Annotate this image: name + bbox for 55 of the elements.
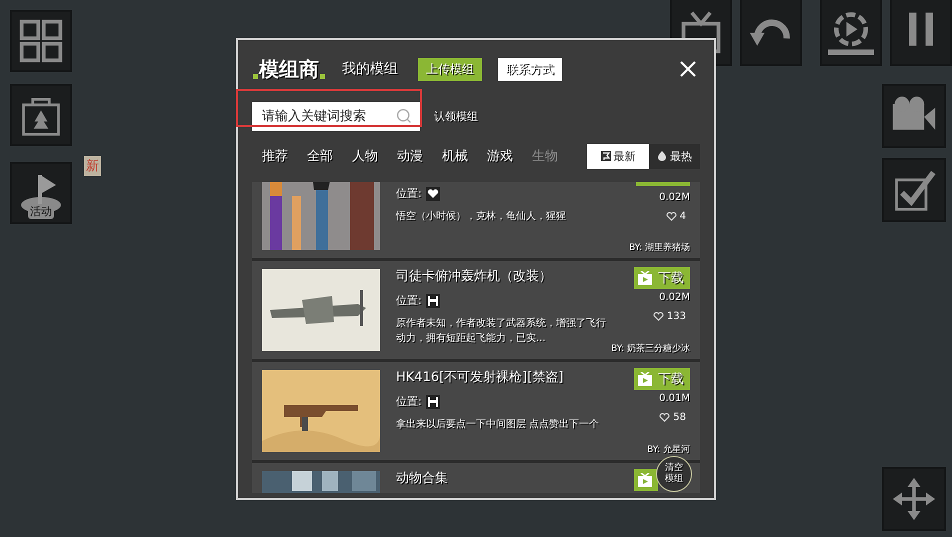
event-button[interactable]: 活动 [10,162,72,224]
move-icon [891,476,937,522]
heart-icon [666,211,677,222]
heart-icon [659,412,670,423]
shop-button[interactable] [10,84,72,146]
file-size: 0.02M [659,292,690,303]
pause-button[interactable] [890,0,952,66]
move-button[interactable] [882,467,946,531]
author-name: BY: 允星河 [647,444,690,456]
mod-title: 司徒卡俯冲轰炸机（改装） [396,268,553,285]
like-count: 4 [680,211,686,222]
like-count: 133 [666,311,686,322]
close-icon[interactable] [678,59,698,79]
category-tab[interactable]: 游戏 [475,147,521,165]
mod-title: HK416[不可发射裸枪][禁盗] [396,369,564,386]
tv-icon [638,372,652,386]
grid-button[interactable] [10,10,72,72]
author-name: BY: 奶茶三分糖少冰 [611,342,690,355]
file-size: 0.02M [659,192,690,203]
category-tab[interactable]: 全部 [295,147,341,165]
search-icon [396,108,412,124]
undo-button[interactable] [740,0,802,66]
heart-icon [426,186,440,200]
shop-logo: 模组商 [252,56,326,82]
confirm-button[interactable] [882,158,946,222]
tv-icon [638,271,652,285]
nav-tab[interactable]: 联系方式 [498,58,562,80]
heart-icon [652,311,664,322]
location-label: 位置: [396,293,422,308]
category-tab[interactable]: 人物 [340,147,386,165]
file-size: 0.01M [659,393,690,404]
category-tab[interactable]: 推荐 [250,147,296,165]
grid-icon [18,18,64,64]
slow-motion-button[interactable] [820,0,882,66]
slow-motion-icon [828,9,874,55]
nav-tab[interactable]: 我的模组 [342,57,398,81]
location-label: 位置: [396,394,422,409]
camera-button[interactable] [882,84,946,148]
tv-icon [638,473,652,487]
mod-description: 原作者未知，作者改装了武器系统，增强了飞行动力，拥有短距起飞能力，已实... [396,316,607,346]
flame-icon [657,151,667,161]
new-badge: 新 [84,156,101,176]
category-tab[interactable]: 机械 [430,147,476,165]
location-label: 位置: [396,186,422,201]
sort-tab[interactable]: 最新 [587,144,649,168]
author-name: BY: 湖里养猪场 [629,242,690,254]
category-tab[interactable]: 动漫 [385,147,431,165]
mod-description: 悟空（小时候），克林，龟仙人，猩猩 [396,210,567,224]
event-label: 活动 [28,204,54,219]
sort-tab[interactable]: 最热 [649,144,700,168]
like-count: 58 [673,412,686,423]
search-field[interactable]: 请输入关键词搜索 [252,102,420,130]
claim-mod-link[interactable]: 认领模组 [434,108,478,124]
mod-description: 拿出来以后要点一下中间图层 点点赞出下一个 [396,418,600,432]
mod-title: 动物合集 [396,470,449,487]
